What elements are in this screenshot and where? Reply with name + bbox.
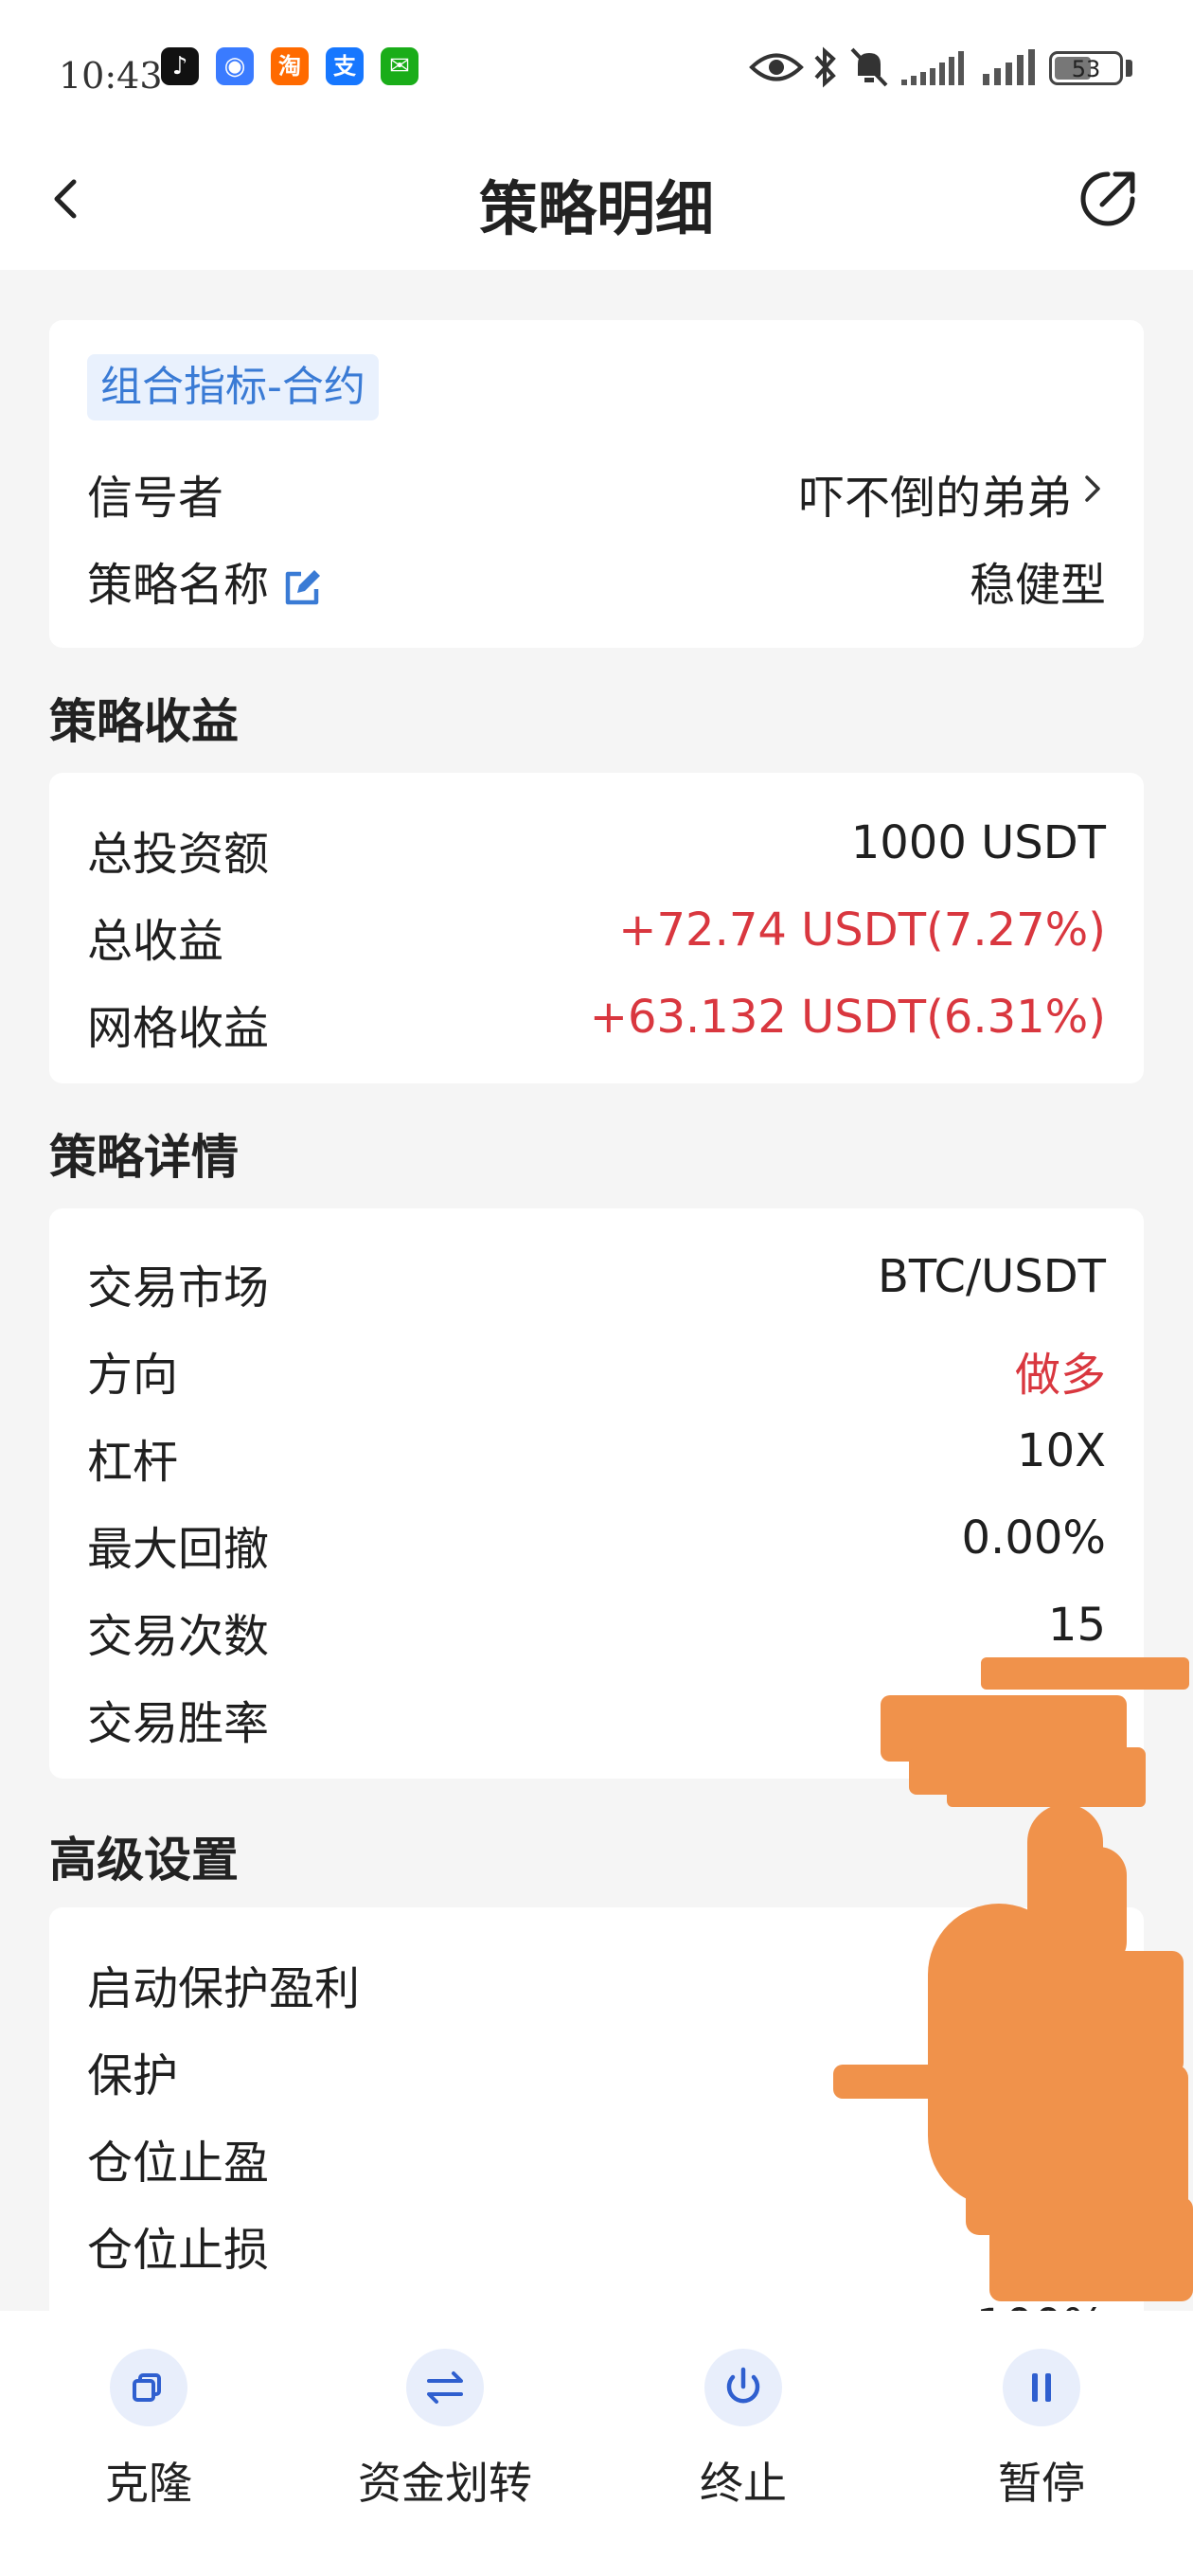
status-time: 10:43 bbox=[59, 55, 163, 97]
detail-row-label: 最大回撤 bbox=[87, 1523, 270, 1576]
terminate-button[interactable]: 终止 bbox=[620, 2349, 866, 2512]
signal-provider-value: 吓不倒的弟弟 bbox=[798, 472, 1072, 525]
detail-row-label: 交易胜率 bbox=[87, 1697, 270, 1750]
pause-button[interactable]: 暂停 bbox=[918, 2349, 1165, 2512]
detail-row-label: 方向 bbox=[87, 1349, 179, 1402]
advanced-row-label: 保护 bbox=[87, 2049, 179, 2102]
fund-transfer-label: 资金划转 bbox=[358, 2458, 532, 2509]
fund-transfer-button[interactable]: 资金划转 bbox=[322, 2349, 568, 2512]
detail-row-value: 0.00% bbox=[961, 1512, 1106, 1565]
clone-button[interactable]: 克隆 bbox=[26, 2349, 272, 2512]
details-card: 交易市场 BTC/USDT 方向 做多 杠杆 10X 最大回撤 0.00% 交易… bbox=[49, 1208, 1144, 1779]
battery-level: 53 bbox=[1071, 56, 1101, 82]
share-icon bbox=[1080, 171, 1135, 226]
share-button[interactable] bbox=[1070, 161, 1146, 237]
earnings-row-value: +72.74 USDT(7.27%) bbox=[618, 903, 1106, 957]
pause-label: 暂停 bbox=[998, 2458, 1085, 2509]
detail-row-value: 15 bbox=[1047, 1599, 1106, 1652]
chevron-right-icon bbox=[1085, 475, 1100, 502]
detail-row: 交易次数 15 bbox=[87, 1591, 1106, 1663]
terminate-label: 终止 bbox=[700, 2458, 787, 2509]
battery-icon: 53 bbox=[1049, 51, 1123, 85]
signal-provider-label: 信号者 bbox=[87, 472, 224, 525]
earnings-row-label: 网格收益 bbox=[87, 1002, 270, 1055]
clone-icon bbox=[110, 2349, 187, 2426]
earnings-row-value: 1000 USDT bbox=[850, 816, 1106, 869]
signal-provider-row[interactable]: 信号者 吓不倒的弟弟 bbox=[87, 453, 1106, 525]
transfer-icon bbox=[406, 2349, 484, 2426]
detail-row: 方向 做多 bbox=[87, 1330, 1106, 1402]
detail-row: 最大回撤 0.00% bbox=[87, 1504, 1106, 1576]
tiktok-icon: ♪ bbox=[161, 47, 199, 85]
detail-row-label: 杠杆 bbox=[87, 1436, 179, 1489]
earnings-row: 总投资额 1000 USDT bbox=[87, 809, 1106, 881]
advanced-row: 仓位止损 bbox=[87, 2205, 1106, 2277]
strategy-type-tag: 组合指标-合约 bbox=[87, 354, 379, 420]
power-icon bbox=[704, 2349, 782, 2426]
earnings-card: 总投资额 1000 USDT 总收益 +72.74 USDT(7.27%) 网格… bbox=[49, 773, 1144, 1083]
strategy-name-row: 策略名称 稳健型 bbox=[87, 540, 1106, 612]
detail-row: 杠杆 10X bbox=[87, 1417, 1106, 1489]
earnings-section-title: 策略收益 bbox=[49, 694, 239, 749]
advanced-row-label: 启动保护盈利 bbox=[87, 1962, 361, 2015]
earnings-row-label: 总投资额 bbox=[87, 828, 270, 881]
strategy-name-value: 稳健型 bbox=[969, 559, 1106, 612]
strategy-info-card: 组合指标-合约 信号者 吓不倒的弟弟 策略名称 稳健型 bbox=[49, 320, 1144, 648]
edit-icon[interactable] bbox=[282, 568, 322, 608]
detail-row: 交易市场 BTC/USDT bbox=[87, 1243, 1106, 1315]
taobao-icon: 淘 bbox=[271, 47, 309, 85]
advanced-row-label: 仓位止损 bbox=[87, 2224, 270, 2277]
strategy-name-label: 策略名称 bbox=[87, 547, 322, 614]
detail-row-label: 交易市场 bbox=[87, 1261, 270, 1315]
eye-icon bbox=[749, 53, 804, 81]
earnings-row: 网格收益 +63.132 USDT(6.31%) bbox=[87, 983, 1106, 1055]
page-title: 策略明细 bbox=[478, 174, 714, 243]
bluetooth-icon bbox=[814, 46, 836, 88]
assistant-app-icon: ◉ bbox=[216, 47, 254, 85]
details-section-title: 策略详情 bbox=[49, 1130, 239, 1185]
bottom-action-bar: 克隆 资金划转 终止 暂停 bbox=[0, 2311, 1193, 2576]
earnings-row-value: +63.132 USDT(6.31%) bbox=[589, 991, 1106, 1044]
detail-row-value: 10X bbox=[1017, 1424, 1106, 1477]
pause-icon bbox=[1003, 2349, 1080, 2426]
strategy-name-label-text: 策略名称 bbox=[87, 559, 270, 612]
signal-2-icon bbox=[983, 49, 1035, 85]
nav-bar: 策略明细 bbox=[0, 142, 1193, 270]
advanced-section-title: 高级设置 bbox=[49, 1833, 239, 1887]
advanced-row-label: 仓位止盈 bbox=[87, 2137, 270, 2190]
detail-row-value: 做多 bbox=[1014, 1349, 1106, 1402]
alipay-icon: 支 bbox=[326, 47, 364, 85]
clone-label: 克隆 bbox=[105, 2458, 192, 2509]
detail-row-value: BTC/USDT bbox=[877, 1250, 1106, 1303]
status-bar: 10:43 ♪ ◉ 淘 支 ✉ 53 bbox=[0, 0, 1193, 142]
earnings-row: 总收益 +72.74 USDT(7.27%) bbox=[87, 896, 1106, 968]
mute-bell-icon bbox=[850, 47, 888, 87]
detail-row-label: 交易次数 bbox=[87, 1610, 270, 1663]
signal-icon bbox=[901, 51, 964, 85]
wechat-icon: ✉ bbox=[381, 47, 418, 85]
earnings-row-label: 总收益 bbox=[87, 915, 224, 968]
battery-tip bbox=[1126, 60, 1132, 77]
